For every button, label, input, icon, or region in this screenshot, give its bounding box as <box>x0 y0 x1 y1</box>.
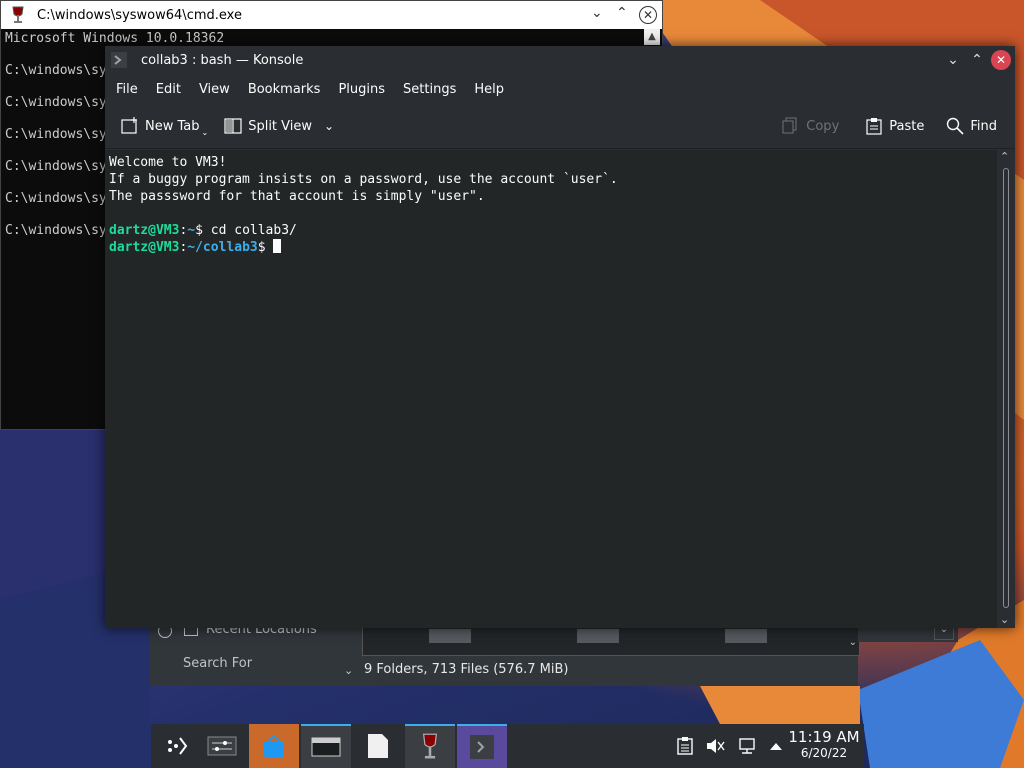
scrollbar-track[interactable] <box>1003 168 1009 608</box>
menu-file[interactable]: File <box>107 82 147 97</box>
folder-icon <box>311 737 341 757</box>
split-view-icon <box>224 118 242 134</box>
terminal-area[interactable]: Welcome to VM3! If a buggy program insis… <box>105 150 997 628</box>
find-button[interactable]: Find <box>938 117 1005 135</box>
taskbar: 11:19 AM 6/20/22 <box>151 724 864 768</box>
split-view-button[interactable]: Split View ⌄ <box>216 117 342 135</box>
scroll-down-icon[interactable]: ⌄ <box>849 637 857 648</box>
konsole-window[interactable]: collab3 : bash — Konsole ⌄ ⌃ ✕ File Edit… <box>105 46 1015 628</box>
terminal-line: If a buggy program insists on a password… <box>109 172 618 187</box>
prompt-path: ~/collab3 <box>187 240 258 255</box>
search-for-header: Search For <box>183 656 253 671</box>
konsole-app-icon <box>111 52 127 68</box>
scroll-up-icon[interactable]: ⌃ <box>1000 150 1009 163</box>
new-tab-dropdown-icon: ⌄ <box>201 127 209 137</box>
konsole-toolbar: New Tab ⌄ Split View ⌄ Copy Paste Find <box>105 104 1015 149</box>
copy-label: Copy <box>806 118 840 134</box>
menu-help[interactable]: Help <box>465 82 513 97</box>
wine-glass-icon <box>12 6 24 23</box>
konsole-title: collab3 : bash — Konsole <box>141 52 304 68</box>
maximize-icon[interactable]: ⌃ <box>616 5 628 21</box>
cmd-line: Microsoft Windows 10.0.18362 <box>5 31 225 46</box>
close-icon[interactable]: ✕ <box>639 6 657 24</box>
text-cursor <box>273 239 282 253</box>
taskbar-text-editor[interactable] <box>353 724 403 768</box>
clock-date: 6/20/22 <box>800 746 848 760</box>
taskbar-konsole[interactable] <box>457 724 507 768</box>
prompt-user: dartz@VM3 <box>109 223 180 238</box>
expand-icon[interactable]: ⌄ <box>344 664 353 677</box>
paste-icon <box>866 118 882 135</box>
split-view-dropdown-icon[interactable]: ⌄ <box>324 119 334 133</box>
taskbar-wine-cmd[interactable] <box>405 724 455 768</box>
cmd-titlebar[interactable]: C:\windows\syswow64\cmd.exe ⌄ ⌃ ✕ <box>1 1 662 29</box>
konsole-menubar: File Edit View Bookmarks Plugins Setting… <box>105 74 1015 104</box>
network-icon[interactable] <box>737 737 757 755</box>
new-tab-label: New Tab <box>145 118 200 134</box>
launcher-icon <box>168 737 188 755</box>
menu-bookmarks[interactable]: Bookmarks <box>239 82 330 97</box>
search-icon <box>947 117 964 135</box>
dolphin-status-bar: 9 Folders, 713 Files (576.7 MiB) <box>364 662 569 677</box>
wine-glass-icon <box>422 733 438 759</box>
terminal-line: The passsword for that account is simply… <box>109 189 485 204</box>
copy-button[interactable]: Copy <box>774 117 847 135</box>
menu-settings[interactable]: Settings <box>394 82 465 97</box>
digital-clock[interactable]: 11:19 AM 6/20/22 <box>784 728 864 760</box>
clock-time: 11:19 AM <box>788 728 860 746</box>
menu-plugins[interactable]: Plugins <box>329 82 394 97</box>
document-icon <box>368 734 388 758</box>
shopping-bag-icon <box>264 736 284 757</box>
split-view-label: Split View <box>248 118 313 134</box>
new-tab-button[interactable]: New Tab ⌄ <box>113 116 216 137</box>
taskbar-system-settings[interactable] <box>197 724 247 768</box>
copy-icon <box>782 117 797 134</box>
paste-button[interactable]: Paste <box>857 117 932 135</box>
find-label: Find <box>970 118 997 134</box>
clipboard-icon[interactable] <box>677 737 693 755</box>
minimize-icon[interactable]: ⌄ <box>943 50 963 70</box>
taskbar-dolphin[interactable] <box>301 724 351 768</box>
app-launcher-button[interactable] <box>151 724 201 768</box>
terminal-scrollbar[interactable]: ⌃ ⌄ <box>997 150 1015 628</box>
system-tray <box>677 724 783 768</box>
volume-muted-icon[interactable] <box>705 737 725 755</box>
terminal-line: Welcome to VM3! <box>109 155 227 170</box>
prompt-path: ~ <box>187 223 196 238</box>
terminal-icon <box>470 735 494 759</box>
show-hidden-icons-icon[interactable] <box>769 741 783 751</box>
taskbar-discover[interactable] <box>249 724 299 768</box>
cmd-scroll-up-icon[interactable]: ▲ <box>644 29 660 45</box>
scroll-down-icon[interactable]: ⌄ <box>1000 613 1009 626</box>
paste-label: Paste <box>889 118 925 134</box>
konsole-titlebar[interactable]: collab3 : bash — Konsole ⌄ ⌃ ✕ <box>105 46 1015 74</box>
new-tab-icon <box>121 117 137 134</box>
settings-app-icon <box>207 736 237 756</box>
minimize-icon[interactable]: ⌄ <box>591 5 603 21</box>
cmd-title: C:\windows\syswow64\cmd.exe <box>37 7 242 23</box>
terminal-command: cd collab3/ <box>210 223 297 238</box>
menu-edit[interactable]: Edit <box>147 82 190 97</box>
maximize-icon[interactable]: ⌃ <box>967 50 987 70</box>
menu-view[interactable]: View <box>190 82 239 97</box>
close-icon[interactable]: ✕ <box>991 50 1011 70</box>
prompt-user: dartz@VM3 <box>109 240 180 255</box>
